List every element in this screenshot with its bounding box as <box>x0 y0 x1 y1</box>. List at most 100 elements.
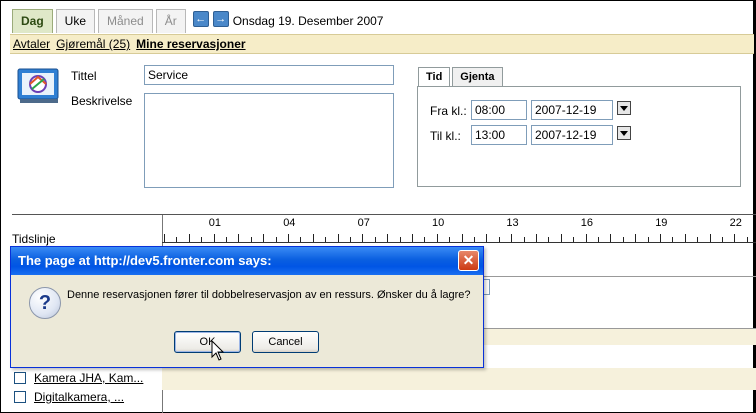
to-time-input[interactable] <box>471 125 527 145</box>
hour-label: 22 <box>729 217 742 229</box>
to-date-picker-icon[interactable] <box>617 126 631 140</box>
timeline-slot <box>484 279 490 295</box>
ruler-tick <box>498 237 500 242</box>
confirm-dialog: The page at http://dev5.fronter.com says… <box>10 246 484 368</box>
resource-row: Kamera JHA, Kam... <box>14 371 143 385</box>
tab-month: Måned <box>98 9 153 33</box>
ruler-tick <box>722 237 723 242</box>
ok-button[interactable]: OK <box>174 331 241 353</box>
description-label: Beskrivelse <box>71 94 133 108</box>
ruler-tick <box>449 237 451 242</box>
ruler-tick <box>164 234 165 242</box>
close-icon[interactable]: ✕ <box>458 250 479 271</box>
ruler-tick <box>250 237 252 242</box>
description-input[interactable] <box>144 93 394 188</box>
hour-label: 07 <box>357 217 370 229</box>
ruler-tick <box>188 234 190 242</box>
ruler-tick <box>176 237 178 242</box>
ruler-tick <box>598 237 599 242</box>
from-label: Fra kl.: <box>430 104 467 118</box>
title-label: Tittel <box>71 69 97 83</box>
ruler-tick <box>536 234 537 242</box>
ruler-tick <box>263 234 265 242</box>
hour-label: 04 <box>283 217 296 229</box>
hour-label: 19 <box>655 217 668 229</box>
resource-checkbox[interactable] <box>14 372 26 384</box>
ruler-tick <box>226 237 227 242</box>
to-date-input[interactable] <box>531 125 613 145</box>
tab-day[interactable]: Dag <box>12 9 53 33</box>
ruler-tick <box>672 237 674 242</box>
ruler-tick <box>300 237 302 242</box>
subnav-bar: Avtaler Gjøremål (25) Mine reservasjoner <box>10 34 754 54</box>
arrow-right-icon[interactable]: → <box>212 11 229 27</box>
ruler-tick <box>412 234 413 242</box>
ruler-tick <box>436 234 438 242</box>
ruler-tick <box>213 234 215 242</box>
ruler-tick <box>474 237 475 242</box>
hour-label: 13 <box>506 217 519 229</box>
ruler-tick <box>238 234 240 242</box>
tab-week[interactable]: Uke <box>55 9 96 33</box>
ruler-tick <box>734 234 736 242</box>
question-icon: ? <box>29 287 61 319</box>
ruler-tick <box>461 234 463 242</box>
ruler-tick <box>635 234 637 242</box>
ruler-tick <box>387 234 389 242</box>
ruler-tick <box>511 234 513 242</box>
from-time-input[interactable] <box>471 100 527 120</box>
dialog-title: The page at http://dev5.fronter.com says… <box>11 247 483 275</box>
ruler-tick <box>647 237 649 242</box>
ruler-tick <box>486 234 488 242</box>
tab-year: År <box>155 9 186 33</box>
resource-link[interactable]: Digitalkamera, ... <box>34 390 124 404</box>
ruler-tick <box>709 234 711 242</box>
hour-label: 01 <box>208 217 222 229</box>
ruler-tick <box>424 237 426 242</box>
date-title: Onsdag 19. Desember 2007 <box>232 14 384 28</box>
hour-label: 10 <box>432 217 445 229</box>
ruler-tick <box>362 234 364 242</box>
time-tabs: Tid Gjenta <box>418 67 505 87</box>
subnav-my-reservations[interactable]: Mine reservasjoner <box>136 37 245 51</box>
from-date-input[interactable] <box>531 100 613 120</box>
ruler-tick <box>585 234 587 242</box>
row-highlight <box>162 368 756 390</box>
tab-repeat[interactable]: Gjenta <box>452 67 503 86</box>
timeline-label: Tidslinje <box>12 232 56 246</box>
ruler-tick <box>288 234 289 242</box>
ruler-tick <box>399 237 401 242</box>
ruler-tick <box>201 237 203 242</box>
title-input[interactable] <box>144 65 394 85</box>
ruler-tick <box>312 234 314 242</box>
calendar-app-icon <box>17 68 59 103</box>
ruler-tick <box>622 237 624 242</box>
arrow-left-icon[interactable]: ← <box>192 11 209 27</box>
subnav-tasks[interactable]: Gjøremål (25) <box>56 37 130 51</box>
dialog-message: Denne reservasjonen fører til dobbelrese… <box>67 289 471 301</box>
view-tabs: Dag Uke Måned År ← → Onsdag 19. Desember… <box>12 9 383 33</box>
tick-row <box>162 229 756 243</box>
cancel-button[interactable]: Cancel <box>252 331 319 353</box>
tab-time[interactable]: Tid <box>418 67 451 87</box>
ruler-tick <box>523 237 525 242</box>
ruler-tick <box>275 237 277 242</box>
timeline-ruler: 01 04 07 10 13 16 19 22 <box>162 215 756 413</box>
from-date-picker-icon[interactable] <box>617 101 631 115</box>
subnav-appointments[interactable]: Avtaler <box>13 37 50 51</box>
ruler-tick <box>350 237 351 242</box>
resource-row: Digitalkamera, ... <box>14 390 124 404</box>
resource-checkbox[interactable] <box>14 391 26 403</box>
to-label: Til kl.: <box>430 129 461 143</box>
ruler-tick <box>746 237 748 242</box>
ruler-tick <box>573 237 575 242</box>
ruler-tick <box>325 237 327 242</box>
ruler-tick <box>560 234 562 242</box>
ruler-tick <box>337 234 339 242</box>
ruler-tick <box>610 234 612 242</box>
ruler-tick <box>548 237 550 242</box>
time-panel: Fra kl.: Til kl.: <box>417 86 741 187</box>
resource-link[interactable]: Kamera JHA, Kam... <box>34 371 143 385</box>
hour-label: 16 <box>580 217 594 229</box>
ruler-tick <box>660 234 661 242</box>
